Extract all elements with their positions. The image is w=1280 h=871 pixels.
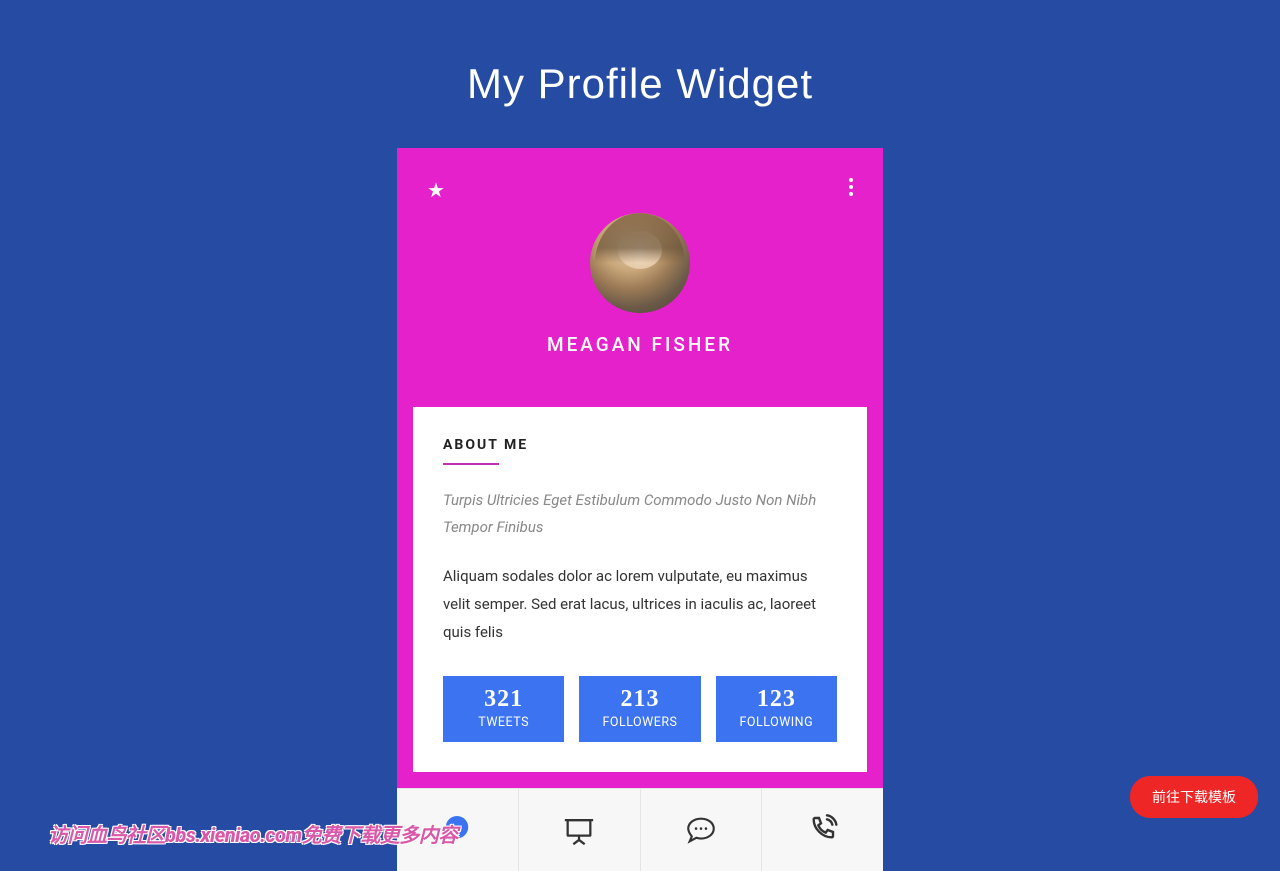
card-body: ABOUT ME Turpis Ultricies Eget Estibulum… [397,391,883,788]
stat-value: 321 [447,686,560,713]
tab-call[interactable] [762,789,883,871]
phone-icon [807,814,839,846]
avatar [590,213,690,313]
download-button[interactable]: 前往下载模板 [1130,776,1258,818]
about-heading: ABOUT ME [443,437,837,465]
stat-label: FOLLOWING [720,715,833,730]
chat-icon [683,813,719,847]
username: MEAGAN FISHER [427,333,853,356]
profile-card: ★ MEAGAN FISHER ABOUT ME Turpis Ultricie… [397,148,883,871]
stat-tweets[interactable]: 321 TWEETS [443,676,564,742]
stat-label: TWEETS [447,715,560,730]
tab-support[interactable] [397,789,519,871]
headset-icon [440,813,474,847]
card-header: ★ MEAGAN FISHER [397,148,883,391]
presentation-icon [562,813,596,847]
about-subtitle: Turpis Ultricies Eget Estibulum Commodo … [443,487,837,541]
stat-followers[interactable]: 213 FOLLOWERS [579,676,700,742]
about-box: ABOUT ME Turpis Ultricies Eget Estibulum… [413,407,867,772]
stat-following[interactable]: 123 FOLLOWING [716,676,837,742]
about-description: Aliquam sodales dolor ac lorem vulputate… [443,563,837,646]
more-vertical-icon[interactable] [849,178,853,196]
stat-label: FOLLOWERS [583,715,696,730]
stat-value: 213 [583,686,696,713]
page-title: My Profile Widget [0,0,1280,148]
stat-value: 123 [720,686,833,713]
nav-tabs [397,788,883,871]
star-icon[interactable]: ★ [427,178,445,202]
tab-presentation[interactable] [519,789,641,871]
tab-chat[interactable] [641,789,763,871]
stats-row: 321 TWEETS 213 FOLLOWERS 123 FOLLOWING [443,676,837,742]
